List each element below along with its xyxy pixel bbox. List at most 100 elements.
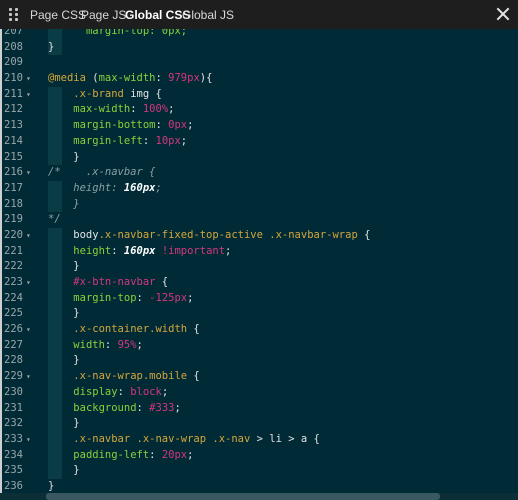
code-token: : xyxy=(155,72,169,85)
code-token: } xyxy=(48,150,80,163)
code-token: max-width xyxy=(73,103,131,116)
line-number: 235 xyxy=(4,464,23,477)
code-line[interactable]: 232 } xyxy=(0,416,518,432)
code-token: : xyxy=(111,244,124,257)
code-token: #333 xyxy=(149,401,175,414)
code-line[interactable]: 235 } xyxy=(0,463,518,479)
code-line[interactable]: 208} xyxy=(0,39,518,56)
code-line[interactable]: 231 background: #333; xyxy=(0,400,518,417)
code-token: 100% xyxy=(142,103,169,116)
code-token: padding-left xyxy=(73,448,150,461)
code-text: margin-top: 0px; xyxy=(48,29,187,40)
fold-arrow-icon[interactable]: ▾ xyxy=(26,275,31,291)
code-line[interactable]: 225 } xyxy=(0,306,518,323)
code-token: } xyxy=(48,197,80,210)
code-text: @media (max-width: 979px){ xyxy=(48,71,212,87)
code-line[interactable]: 230 display: block; xyxy=(0,384,518,401)
code-text: } xyxy=(48,40,54,56)
code-line[interactable]: 219 */ xyxy=(0,212,518,228)
code-token: ; xyxy=(180,134,188,147)
code-token: : xyxy=(155,119,169,132)
fold-arrow-icon[interactable]: ▾ xyxy=(26,432,31,448)
line-number: 228 xyxy=(4,354,23,367)
code-line[interactable]: 224 margin-top: -125px; xyxy=(0,290,518,307)
code-line[interactable]: 220 ▾ body.x-navbar-fixed-top-active .x-n… xyxy=(0,227,518,244)
code-line[interactable]: 217 height: 160px; xyxy=(0,180,518,197)
code-token: ; xyxy=(187,448,194,461)
line-number: 229 xyxy=(4,370,23,383)
line-number: 230 xyxy=(4,385,23,398)
line-number: 218 xyxy=(4,197,23,210)
code-token: : xyxy=(117,385,131,398)
code-token: ; xyxy=(155,181,162,194)
code-text: } xyxy=(48,463,79,479)
code-line[interactable]: 226 ▾ .x-container.width { xyxy=(0,322,518,338)
code-line[interactable]: 229 ▾ .x-nav-wrap.mobile { xyxy=(0,369,518,385)
tab-global-css[interactable]: Global CSS xyxy=(125,8,190,22)
code-token: 979px xyxy=(168,72,200,85)
code-line[interactable]: 221 height: 160px !important; xyxy=(0,243,518,260)
code-token: : xyxy=(104,338,118,351)
code-line[interactable]: 214 margin-left: 10px; xyxy=(0,133,518,150)
fold-arrow-icon[interactable]: ▾ xyxy=(26,322,31,338)
code-line[interactable]: 223 ▾ #x-btn-navbar { xyxy=(0,275,518,291)
code-line[interactable]: 215 } xyxy=(0,149,518,166)
code-token: .x-container.width xyxy=(73,323,188,336)
code-line[interactable]: 233 ▾ .x-navbar .x-nav-wrap .x-nav > li >… xyxy=(0,431,518,448)
line-number: 233 xyxy=(4,432,23,445)
fold-arrow-icon[interactable]: ▾ xyxy=(26,228,31,244)
code-token: { xyxy=(357,228,371,241)
code-text: .x-navbar .x-nav-wrap .x-nav > li > a { xyxy=(48,432,320,448)
code-text: margin-top: -125px; xyxy=(48,291,193,307)
code-token: { xyxy=(155,276,169,288)
fold-arrow-icon[interactable]: ▾ xyxy=(26,369,31,385)
code-line[interactable]: 216 ▾ /* .x-navbar { xyxy=(0,165,518,181)
tab-page-css[interactable]: Page CSS xyxy=(30,8,86,22)
line-number: 210 xyxy=(4,72,23,85)
code-text: height: 160px; xyxy=(48,181,162,197)
code-text: margin-left: 10px; xyxy=(48,134,187,150)
code-text: /* .x-navbar { xyxy=(48,165,155,181)
code-editor[interactable]: 207 margin-top: 0px; 208} 209 210 ▾ @media (m… xyxy=(0,29,518,500)
code-line[interactable]: 210 ▾ @media (max-width: 979px){ xyxy=(0,71,518,87)
code-line[interactable]: 222 } xyxy=(0,259,518,275)
code-lines: 207 margin-top: 0px; 208} 209 210 ▾ @media (m… xyxy=(0,29,518,500)
code-line[interactable]: 234 padding-left: 20px; xyxy=(0,447,518,464)
tab-global-js[interactable]: Global JS xyxy=(182,8,234,22)
code-token: block xyxy=(130,385,162,398)
tab-page-js[interactable]: Page JS xyxy=(81,8,126,22)
code-token: : xyxy=(149,448,162,461)
code-token: : xyxy=(136,401,150,414)
code-text: margin-bottom: 0px; xyxy=(48,118,193,134)
fold-arrow-icon[interactable]: ▾ xyxy=(26,165,31,181)
code-line[interactable]: 212 max-width: 100%; xyxy=(0,102,518,119)
code-line[interactable]: 218 } xyxy=(0,196,518,213)
editor-left-border xyxy=(0,29,2,500)
fold-arrow-icon[interactable]: ▾ xyxy=(26,71,31,87)
code-line[interactable]: 211 ▾ .x-brand img { xyxy=(0,86,518,103)
close-icon[interactable] xyxy=(495,6,511,22)
code-token: height: xyxy=(48,181,124,194)
fold-arrow-icon[interactable]: ▾ xyxy=(26,87,31,103)
code-token: } xyxy=(48,417,80,430)
code-line[interactable]: 213 margin-bottom: 0px; xyxy=(0,118,518,134)
drag-handle-icon[interactable] xyxy=(9,8,19,22)
horizontal-scrollbar-thumb[interactable] xyxy=(46,493,440,500)
code-token: margin-top: 0px; xyxy=(85,29,188,37)
code-line[interactable]: 209 xyxy=(0,55,518,71)
code-text: } xyxy=(48,197,80,213)
code-token: margin-bottom xyxy=(73,119,156,132)
editor-tab-bar: Page CSS Page JS Global CSS Global JS xyxy=(0,0,518,30)
code-line[interactable]: 207 margin-top: 0px; xyxy=(0,29,518,40)
code-line[interactable]: 227 width: 95%; xyxy=(0,337,518,354)
line-number: 226 xyxy=(4,323,23,336)
line-number: 216 xyxy=(4,166,23,179)
code-line[interactable]: 228 } xyxy=(0,353,518,370)
line-number: 211 xyxy=(4,87,23,100)
code-token: .x-brand xyxy=(73,87,124,100)
code-token: } xyxy=(48,479,55,492)
